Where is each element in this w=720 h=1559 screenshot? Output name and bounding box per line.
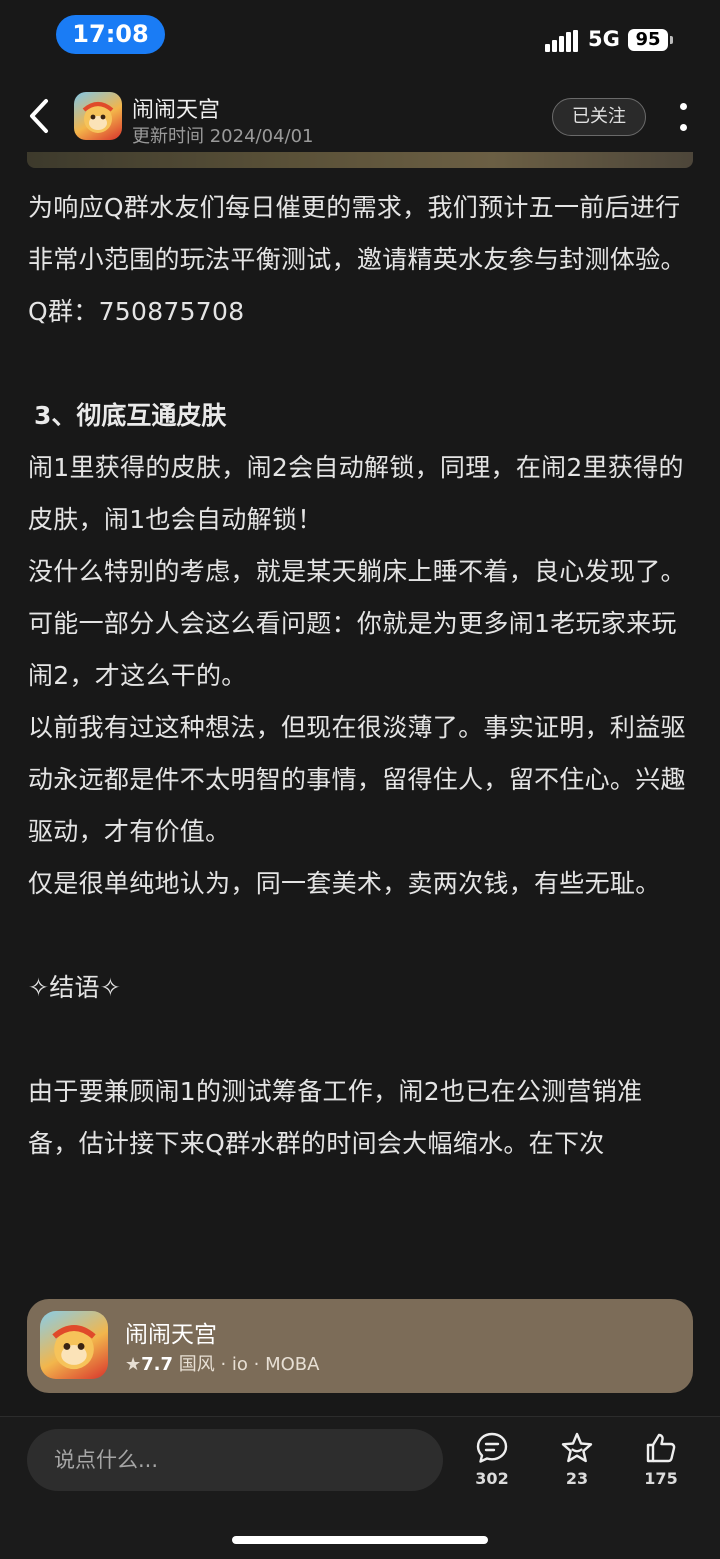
comment-input[interactable]: 说点什么... — [27, 1429, 443, 1491]
app-card-title: 闹闹天宫 — [125, 1322, 217, 1348]
app-card[interactable]: 闹闹天宫 ★7.7 国风 · io · MOBA — [27, 1299, 693, 1393]
app-icon[interactable] — [74, 92, 122, 140]
paragraph: 仅是很单纯地认为，同一套美术，卖两次钱，有些无耻。 — [28, 869, 661, 898]
app-rating: 7.7 — [141, 1354, 174, 1375]
update-time: 更新时间 2024/04/01 — [132, 126, 314, 147]
status-time: 17:08 — [56, 15, 165, 54]
star-outline-icon — [561, 1432, 593, 1463]
likes-count: 175 — [644, 1469, 678, 1488]
home-indicator[interactable] — [232, 1536, 488, 1544]
banner-image-edge — [27, 152, 693, 168]
paragraph: 以前我有过这种想法，但现在很淡薄了。事实证明，利益驱动永远都是件不太明智的事情，… — [28, 713, 686, 846]
battery-icon: 95 — [628, 29, 673, 51]
app-name: 闹闹天宫 — [132, 98, 221, 123]
comment-button[interactable]: 302 — [462, 1431, 522, 1488]
network-type: 5G — [588, 27, 620, 51]
favorite-button[interactable]: 23 — [547, 1431, 607, 1488]
monkey-king-icon — [52, 1325, 96, 1370]
status-bar: 17:08 5G 95 — [0, 0, 720, 72]
article-body: 为响应Q群水友们每日催更的需求，我们预计五一前后进行非常小范围的玩法平衡测试，邀… — [28, 182, 692, 1170]
favorites-count: 23 — [565, 1469, 589, 1488]
star-icon: ★ — [125, 1354, 142, 1375]
paragraph: 可能一部分人会这么看问题：你就是为更多闹1老玩家来玩闹2，才这么干的。 — [28, 609, 677, 690]
monkey-king-icon — [82, 102, 114, 133]
app-card-meta: ★7.7 国风 · io · MOBA — [125, 1350, 319, 1376]
paragraph: 由于要兼顾闹1的测试筹备工作，闹2也已在公测营销准备，估计接下来Q群水群的时间会… — [28, 1077, 643, 1158]
comment-icon — [476, 1432, 508, 1463]
paragraph: 为响应Q群水友们每日催更的需求，我们预计五一前后进行非常小范围的玩法平衡测试，邀… — [28, 193, 686, 274]
section-heading: 3、彻底互通皮肤 — [34, 401, 227, 430]
back-button[interactable] — [20, 96, 60, 136]
qq-group-line: Q群：750875708 — [28, 297, 245, 326]
more-dot-icon — [680, 124, 687, 131]
app-tags: 国风 · io · MOBA — [178, 1354, 320, 1375]
app-card-icon — [40, 1311, 108, 1379]
epilogue-heading: ✧结语✧ — [28, 973, 122, 1002]
more-options-button[interactable] — [676, 100, 692, 134]
top-header: 闹闹天宫 更新时间 2024/04/01 已关注 — [0, 80, 720, 152]
follow-button[interactable]: 已关注 — [552, 98, 646, 136]
paragraph: 闹1里获得的皮肤，闹2会自动解锁，同理，在闹2里获得的皮肤，闹1也会自动解锁！ — [28, 453, 684, 534]
paragraph: 没什么特别的考虑，就是某天躺床上睡不着，良心发现了。 — [28, 557, 686, 586]
more-dot-icon — [680, 103, 687, 110]
signal-icon — [545, 30, 579, 52]
comments-count: 302 — [475, 1469, 509, 1488]
thumbs-up-icon — [646, 1433, 676, 1463]
chevron-left-icon — [30, 99, 48, 133]
like-button[interactable]: 175 — [631, 1431, 691, 1488]
